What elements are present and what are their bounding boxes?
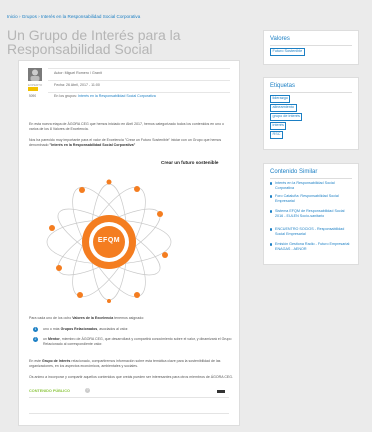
page-title: Un Grupo de Interés para la Responsabili… — [7, 27, 181, 57]
bullet-icon — [270, 195, 273, 198]
tag-item[interactable]: RSC — [270, 131, 284, 139]
list-number-1: 1 — [33, 327, 38, 332]
intro-paragraph: En esta nueva etapa de ÁGORA CEG que hem… — [29, 122, 225, 131]
group-name-bold: "Interés en la Responsabilidad Social Co… — [49, 142, 136, 147]
list-item-text: , asociados al valor. — [97, 327, 129, 331]
groups-line: En los grupos: Interés en la Responsabil… — [54, 94, 156, 99]
article-image: EFQM Crear un futuro sostenible — [37, 158, 227, 303]
values-text-bold: Valores de la Excelencia — [72, 316, 114, 320]
values-panel-title: Valores — [270, 36, 290, 42]
public-content-label: CONTENIDO PÚBLICO — [29, 389, 70, 393]
comment-icon[interactable] — [217, 390, 225, 393]
values-panel: Valores Futuro Sostenible — [263, 30, 359, 65]
divider — [29, 397, 229, 398]
values-paragraph: Para cada uno de los ocho Valores de la … — [29, 316, 234, 321]
bullet-icon — [270, 182, 273, 185]
similar-item-label[interactable]: Interés en la Responsabilidad Social Cor… — [270, 181, 352, 190]
list-item-bold: Grupos Relacionados — [60, 327, 98, 331]
image-logo-text: EFQM — [97, 237, 121, 244]
similar-panel-title: Contenido Similar — [270, 169, 318, 175]
similar-item[interactable]: Foro Cataluña: Responsabilidad Social Em… — [270, 194, 352, 203]
author-line: Autor: Miguel Romero / Granit — [54, 71, 102, 75]
breadcrumb[interactable]: Inicio › Grupos › Interés en la Responsa… — [7, 14, 140, 19]
group-link[interactable]: Interés en la Responsabilidad Social Cor… — [78, 94, 156, 98]
similar-item-label[interactable]: ENCUENTRO SOCIOS - Responsabilidad Socia… — [270, 227, 352, 236]
bullet-icon — [270, 210, 273, 213]
list-item-text: , miembro de ÁGORA CEG, que desarrollará… — [43, 337, 232, 346]
tags-panel-title: Etiquetas — [270, 83, 296, 89]
bullet-icon — [270, 228, 273, 231]
bullet-icon — [270, 243, 273, 246]
similar-item-label[interactable]: Emisión Gestiona Radio - Futuro Empresar… — [270, 242, 352, 251]
value-tag[interactable]: Futuro Sostenible — [270, 48, 305, 56]
similar-item-label[interactable]: Foro Cataluña: Responsabilidad Social Em… — [270, 194, 352, 203]
tag-item[interactable]: liderazgo — [270, 95, 291, 103]
similar-item[interactable]: Sistema EFQM de Responsabilidad Social 2… — [270, 209, 352, 218]
rank-badge-icon — [28, 87, 38, 91]
list-item-text: uno o más — [43, 327, 61, 331]
image-caption: Crear un futuro sostenible — [161, 160, 219, 165]
values-text-a: Para cada uno de los ocho — [29, 316, 73, 320]
divider — [29, 413, 229, 414]
similar-item-label[interactable]: Sistema EFQM de Responsabilidad Social 2… — [270, 209, 352, 218]
similar-item[interactable]: Interés en la Responsabilidad Social Cor… — [270, 181, 352, 190]
closing-paragraph: Os animo a incorporar y compartir aquell… — [29, 375, 234, 379]
date-line: Fecha: 26 Abril, 2017 - 11:00 — [54, 83, 100, 87]
tags-panel: Etiquetas liderazgo alineamiento grupo d… — [263, 77, 359, 150]
similar-item[interactable]: Emisión Gestiona Radio - Futuro Empresar… — [270, 242, 352, 251]
interest-text-bold: Grupo de Interés — [42, 359, 71, 363]
tag-item[interactable]: interés — [270, 122, 287, 130]
tag-item[interactable]: grupo de interés — [270, 113, 303, 121]
question-icon[interactable]: ? — [85, 388, 90, 393]
similar-item[interactable]: ENCUENTRO SOCIOS - Responsabilidad Socia… — [270, 227, 352, 236]
group-paragraph: Nos ha parecido muy importante para el v… — [29, 138, 234, 147]
avatar[interactable] — [28, 68, 42, 81]
list-item: uno o más Grupos Relacionados, asociados… — [43, 327, 233, 332]
list-item: un Mentor, miembro de ÁGORA CEG, que des… — [43, 337, 233, 346]
interest-text-a: En este — [29, 359, 43, 363]
list-item-bold: Mentor — [47, 337, 60, 341]
interest-paragraph: En este Grupo de Interés relacionado, co… — [29, 359, 234, 368]
values-text-c: tenemos asignado: — [113, 316, 145, 320]
groups-prefix: En los grupos: — [54, 94, 77, 98]
tag-item[interactable]: alineamiento — [270, 104, 297, 112]
member-points: 5090 — [29, 94, 37, 98]
similar-content-panel: Contenido Similar Interés en la Responsa… — [263, 163, 359, 265]
main-content-card: EXPERTO 5090 Autor: Miguel Romero / Gran… — [18, 60, 240, 426]
list-number-2: 2 — [33, 337, 38, 342]
